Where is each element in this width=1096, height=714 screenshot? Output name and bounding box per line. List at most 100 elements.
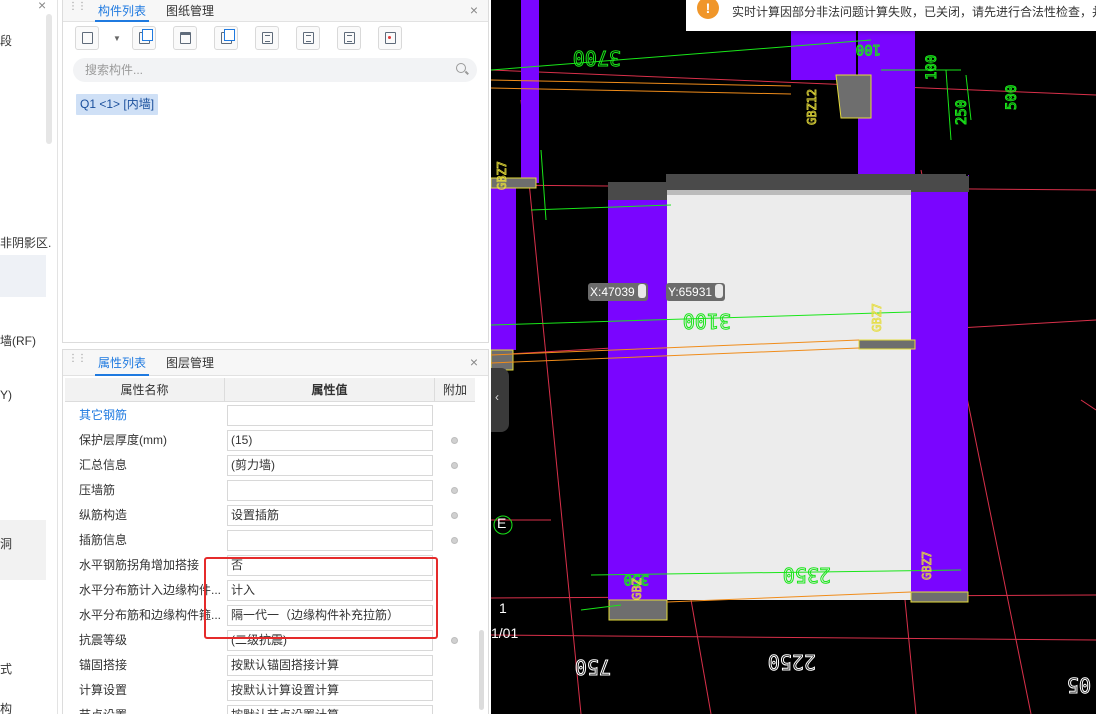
search-input[interactable]: [73, 58, 477, 82]
extra-checkbox[interactable]: [451, 512, 458, 519]
property-value-field[interactable]: 隔一代一（边缘构件补充拉筋）: [227, 605, 433, 626]
left-selected-row[interactable]: [0, 255, 46, 297]
coord-y-readout: Y:65931: [666, 283, 726, 301]
table-row[interactable]: 压墙筋: [65, 478, 475, 503]
delete-button[interactable]: [173, 26, 197, 50]
dim-text-2350: 2350: [783, 563, 831, 587]
layer-icon: [303, 32, 314, 44]
extra-checkbox[interactable]: [451, 487, 458, 494]
table-row[interactable]: 保护层厚度(mm) (15): [65, 428, 475, 453]
property-panel: ⋮⋮ 属性列表 图层管理 × 属性名称 属性值 附加 其它钢筋 保护层厚度(mm)…: [62, 349, 489, 714]
dim-text-05: 05: [1067, 673, 1091, 697]
header-property-value: 属性值: [225, 378, 435, 402]
left-scrollbar[interactable]: [46, 14, 52, 144]
property-value-field[interactable]: (二级抗震): [227, 630, 433, 651]
search-icon[interactable]: [456, 63, 466, 73]
list-button[interactable]: [378, 26, 402, 50]
header-extra: 附加: [442, 383, 467, 397]
collapse-panel-button[interactable]: ‹: [491, 368, 509, 432]
tab-component-list[interactable]: 构件列表: [95, 0, 150, 22]
property-value-field[interactable]: [227, 405, 433, 426]
list-icon: [385, 32, 396, 44]
drag-grip-icon[interactable]: ⋮⋮: [68, 354, 87, 364]
component-panel: ⋮⋮ 构件列表 图纸管理 × ▼ Q1 <1> [内墙]: [62, 0, 489, 343]
extra-checkbox[interactable]: [451, 537, 458, 544]
left-panel: × 段 非阴影区. 墙(RF) Y) 洞 式 构: [0, 0, 58, 714]
wall-panel: [667, 190, 911, 600]
dim-text-3700: 3700: [573, 46, 621, 70]
wall-top: [608, 182, 668, 200]
dim-text-3100: 3100: [683, 309, 731, 333]
table-row[interactable]: 计算设置 按默认计算设置计算: [65, 678, 475, 703]
property-value-field[interactable]: 设置插筋: [227, 505, 433, 526]
table-row[interactable]: 抗震等级 (二级抗震): [65, 628, 475, 653]
warning-toast: ! 实时计算因部分非法问题计算失败，已关闭，请先进行合法性检查，并: [686, 0, 1096, 31]
tab-property-list[interactable]: 属性列表: [95, 350, 150, 376]
table-row[interactable]: 锚固搭接 按默认锚固搭接计算: [65, 653, 475, 678]
property-name: 水平分布筋计入边缘构件...: [79, 583, 222, 597]
delete-icon: [180, 32, 191, 44]
table-row[interactable]: 水平分布筋计入边缘构件... 计入: [65, 578, 475, 603]
property-name: 水平分布筋和边缘构件箍...: [79, 608, 222, 622]
property-value-field[interactable]: [227, 530, 433, 551]
drag-grip-icon[interactable]: ⋮⋮: [68, 2, 87, 12]
table-row[interactable]: 插筋信息: [65, 528, 475, 553]
property-value-field[interactable]: 按默认计算设置计算: [227, 680, 433, 701]
cad-viewport[interactable]: 3700 3100 2350 2250 750 05 100 500 250 1…: [491, 0, 1096, 714]
coord-x-input[interactable]: [637, 284, 646, 298]
table-row[interactable]: 其它钢筋: [65, 403, 475, 428]
column-cap: [491, 349, 514, 371]
close-icon[interactable]: ×: [470, 2, 478, 18]
close-icon[interactable]: ×: [38, 0, 46, 13]
close-icon[interactable]: ×: [470, 354, 478, 370]
coord-y-input[interactable]: [715, 284, 724, 298]
property-name: 压墙筋: [79, 483, 116, 497]
table-row[interactable]: 节点设置按默认节点设置计算: [65, 703, 475, 714]
property-value-field[interactable]: (剪力墙): [227, 455, 433, 476]
property-table-header: 属性名称 属性值 附加: [65, 378, 475, 402]
property-name: 计算设置: [79, 683, 128, 697]
label-gbz: GBZ: [630, 578, 644, 600]
property-value-field[interactable]: (15): [227, 430, 433, 451]
layer-button[interactable]: [296, 26, 320, 50]
column-cap: [835, 74, 872, 119]
property-name: 锚固搭接: [79, 658, 128, 672]
dim-text-250: 250: [954, 100, 970, 125]
property-value-field[interactable]: 否: [227, 555, 433, 576]
property-value-field[interactable]: 按默认节点设置计算: [227, 705, 433, 714]
table-row[interactable]: 水平钢筋拐角增加搭接 否: [65, 553, 475, 578]
axis-ref: 1/01: [491, 625, 519, 641]
label-gbz7-a: GBZ7: [870, 303, 884, 332]
text-button[interactable]: [337, 26, 361, 50]
extra-checkbox[interactable]: [451, 437, 458, 444]
extra-checkbox[interactable]: [451, 462, 458, 469]
wall-top: [911, 176, 969, 192]
toast-message: 实时计算因部分非法问题计算失败，已关闭，请先进行合法性检查，并: [732, 5, 1096, 19]
property-tabbar: ⋮⋮ 属性列表 图层管理 ×: [63, 350, 488, 376]
extra-checkbox[interactable]: [451, 637, 458, 644]
tab-drawing-management[interactable]: 图纸管理: [163, 0, 217, 22]
copy-button[interactable]: [132, 26, 156, 50]
table-row[interactable]: 纵筋构造 设置插筋: [65, 503, 475, 528]
property-value-field[interactable]: 按默认锚固搭接计算: [227, 655, 433, 676]
property-scrollbar[interactable]: [479, 630, 484, 710]
table-row[interactable]: 水平分布筋和边缘构件箍... 隔一代一（边缘构件补充拉筋）: [65, 603, 475, 628]
list-item-q1[interactable]: Q1 <1> [内墙]: [76, 94, 159, 115]
left-fragment-3: Y): [0, 388, 12, 402]
column-cap: [910, 591, 969, 603]
text-icon: [344, 32, 355, 44]
property-value-field[interactable]: [227, 480, 433, 501]
table-row[interactable]: 汇总信息 (剪力墙): [65, 453, 475, 478]
dim-text-750: 750: [575, 655, 611, 679]
tab-layer-management[interactable]: 图层管理: [163, 350, 217, 376]
duplicate-button[interactable]: [214, 26, 238, 50]
property-value-field[interactable]: 计入: [227, 580, 433, 601]
new-component-button[interactable]: [75, 26, 99, 50]
left-fragment-0: 段: [0, 34, 13, 48]
chevron-left-icon: ‹: [495, 390, 499, 404]
dim-text-100b: 100: [924, 55, 940, 80]
chevron-down-icon[interactable]: ▼: [113, 34, 121, 43]
property-name[interactable]: 其它钢筋: [79, 403, 225, 428]
dim-line: [945, 69, 952, 141]
floor-copy-button[interactable]: [255, 26, 279, 50]
